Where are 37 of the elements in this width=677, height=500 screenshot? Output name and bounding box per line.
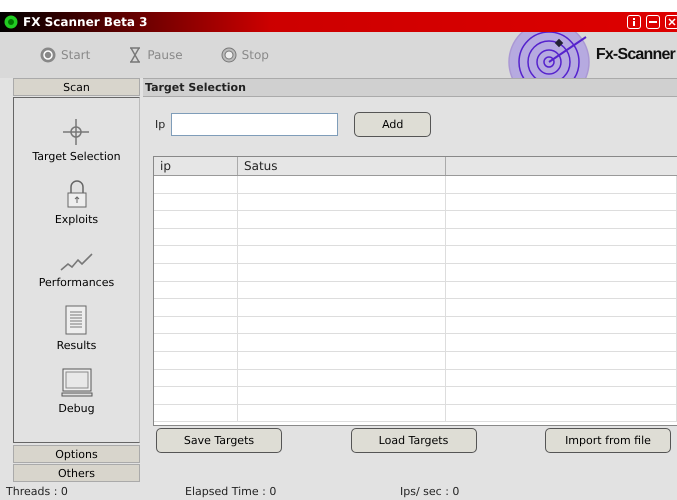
padlock-icon [66, 179, 88, 209]
window-title: FX Scanner Beta 3 [23, 15, 148, 29]
target-icon [4, 15, 18, 29]
line-graph-icon [60, 252, 94, 272]
stop-icon [220, 47, 237, 63]
logo-text: Fx-Scanner [596, 46, 675, 64]
column-header[interactable]: Satus [238, 157, 446, 175]
section-header[interactable]: Options [13, 445, 140, 463]
section-header[interactable]: Scan [13, 78, 140, 96]
panel-title: Target Selection [143, 78, 677, 97]
status-text: Elapsed Time : 0 [185, 485, 278, 498]
status-text: Ips/ sec : 0 [400, 485, 460, 498]
radar-icon [506, 32, 592, 78]
minimize-icon [649, 21, 657, 23]
crosshair-icon [62, 118, 90, 146]
monitor-icon [60, 368, 92, 398]
action-button[interactable]: Load Targets [350, 428, 476, 453]
close-icon [668, 18, 676, 26]
section-header[interactable]: Others [13, 464, 140, 482]
close-button[interactable] [665, 15, 677, 29]
info-icon [632, 18, 636, 26]
hourglass-icon [128, 47, 142, 63]
ip-input-field[interactable] [171, 112, 338, 136]
nav-item[interactable]: Debug [58, 358, 95, 415]
add-button[interactable]: Add [354, 112, 432, 136]
nav-item[interactable]: Performances [38, 232, 114, 289]
info-button[interactable] [627, 15, 641, 29]
nav-item[interactable]: Target Selection [32, 106, 121, 163]
minimize-button[interactable] [646, 15, 660, 29]
ip-label: Ip [155, 118, 166, 130]
nav-item[interactable]: Results [56, 295, 96, 352]
action-button[interactable]: Import from file [545, 428, 671, 453]
nav-item[interactable]: Exploits [54, 169, 98, 226]
status-text: Threads : 0 [6, 485, 69, 498]
column-header[interactable]: ip [154, 157, 238, 175]
action-button[interactable]: Save Targets [156, 428, 282, 453]
document-icon [65, 305, 88, 335]
